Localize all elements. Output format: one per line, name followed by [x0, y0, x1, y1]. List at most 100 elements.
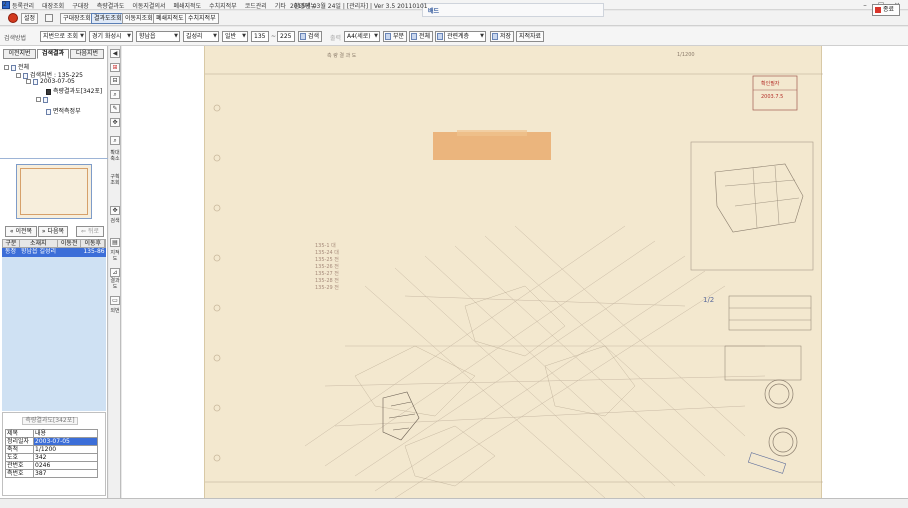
paper-size-select[interactable]: A4(세로) ▼: [344, 31, 380, 42]
old-ledger-button[interactable]: 구대장조회: [60, 13, 94, 24]
menu-item[interactable]: 폐쇄지적도: [173, 1, 201, 10]
sido-select[interactable]: 경기 화성시 ▼: [89, 31, 133, 42]
move-icon[interactable]: ✥: [110, 118, 120, 127]
column-header: 구분: [3, 240, 20, 247]
closed-map-button[interactable]: 폐쇄지적도: [153, 13, 187, 24]
status-bar: [0, 498, 908, 508]
tape-mark: [433, 132, 551, 160]
menu-item[interactable]: 이동지결의서: [132, 1, 165, 10]
search-icon[interactable]: ⌕: [110, 136, 120, 145]
legend-text: 135-26 전: [315, 264, 339, 270]
legend-text: 135-25 전: [315, 257, 339, 263]
legend-list: 135-1 대 135-24 대 135-25 전 135-26 전 135-2…: [315, 242, 339, 291]
layer-label: 배드: [428, 8, 440, 15]
bunji-from-input[interactable]: 135: [251, 31, 269, 42]
part-button[interactable]: 부분: [383, 31, 408, 42]
menu-item[interactable]: 기타: [275, 1, 286, 10]
tool-label[interactable]: 검색: [110, 218, 120, 224]
map-thumbnail[interactable]: [16, 164, 92, 219]
map-canvas[interactable]: 측 량 결 과 도 1/1200 확인필자 2003.7.5 1/2 135-1…: [122, 46, 908, 498]
exit-icon: [875, 7, 881, 13]
column-header: 이동후: [81, 240, 106, 247]
ri-select[interactable]: 길성리 ▼: [183, 31, 219, 42]
menu-item[interactable]: 코드관리: [245, 1, 267, 10]
status-text: 2015년 03월 24일 | [관리자] | Ver 3.5 20110101: [290, 3, 428, 10]
tool-label[interactable]: 구획조회: [110, 174, 120, 186]
result-map-button[interactable]: 결과도조회: [91, 13, 125, 24]
bunji-separator: ~: [271, 33, 277, 40]
tab-next-parcel[interactable]: 다음지번: [70, 49, 104, 59]
survey-drawing: [205, 73, 823, 498]
zoom-in-icon[interactable]: ⊞: [110, 63, 120, 72]
menu-item[interactable]: 구대장: [72, 1, 89, 10]
part-icon: [385, 33, 391, 40]
next-item-button[interactable]: » 다음목: [38, 226, 68, 237]
tab-search-result[interactable]: 검색결과: [37, 49, 69, 59]
minimize-icon[interactable]: –: [858, 1, 872, 9]
cadastral-data-button[interactable]: 지적자료: [516, 31, 545, 42]
magnifier-icon[interactable]: ⌕: [110, 90, 120, 99]
search-method-label: 검색방법: [4, 35, 27, 42]
legend-text: 135-29 전: [315, 285, 339, 291]
survey-map-document[interactable]: 측 량 결 과 도 1/1200 확인필자 2003.7.5 1/2 135-1…: [204, 46, 823, 498]
collapse-arrow-icon[interactable]: ◀: [110, 49, 120, 58]
tool-label[interactable]: 지적도: [110, 250, 120, 262]
search-method-select[interactable]: 지번으로 조회 ▼: [40, 31, 86, 42]
menu-item[interactable]: 수치지적부: [209, 1, 237, 10]
zoom-out-icon[interactable]: ⊟: [110, 76, 120, 85]
tree-area-book[interactable]: 면적측정부: [46, 106, 81, 115]
transfer-search-button[interactable]: 이동지조회: [122, 13, 156, 24]
all-icon: [411, 33, 417, 40]
tree-result-map[interactable]: 측량결과도[342포]: [46, 86, 102, 95]
settings-button[interactable]: 설정: [21, 13, 39, 24]
pan-icon[interactable]: ✥: [110, 206, 120, 215]
legend-text: 135-27 전: [315, 271, 339, 277]
result-list[interactable]: [2, 257, 106, 411]
parcel-grid: [304, 225, 766, 498]
all-button[interactable]: 전체: [409, 31, 434, 42]
left-panel: 이전지번 검색결과 다음지번 전체 검색지번 : 135-225 2003-07…: [0, 46, 108, 498]
ruler-icon[interactable]: ▤: [110, 238, 120, 247]
eupmyeon-select[interactable]: 향남읍 ▼: [136, 31, 180, 42]
map-scale-text: 1/1200: [677, 52, 695, 58]
layer-icon[interactable]: ▭: [110, 296, 120, 305]
back-button[interactable]: ⇐ 뒤로: [76, 226, 104, 237]
detail-frame: [690, 141, 814, 271]
print-label: 출력: [330, 35, 342, 42]
layer-select[interactable]: 관련계층 ▼: [444, 31, 486, 42]
menu-item[interactable]: 대장조회: [42, 1, 64, 10]
tool-label[interactable]: 결과도: [110, 278, 120, 290]
land-type-select[interactable]: 일반 ▼: [222, 31, 248, 42]
tree-folder[interactable]: [36, 96, 50, 103]
status-page-number: 2: [3, 1, 7, 8]
legend-text: 135-1 대: [315, 243, 336, 249]
seals: [764, 379, 798, 457]
attribute-title: 측량결과도[342포]: [22, 417, 78, 425]
layer-panel: [422, 3, 604, 17]
prev-item-button[interactable]: « 이전목: [5, 226, 37, 237]
tab-prev-parcel[interactable]: 이전지번: [3, 49, 36, 59]
menu-item[interactable]: 측량결과도: [97, 1, 125, 10]
tool-label[interactable]: 외번: [110, 308, 120, 314]
tool-strip: ◀ ⊞ ⊟ ⌕ ✎ ✥ ⌕ 확대축소 구획조회 ✥ 검색 ▤ 지적도 ⊿ 결과도…: [109, 46, 121, 498]
tool-label[interactable]: 확대축소: [110, 150, 120, 162]
bunji-to-input[interactable]: 225: [277, 31, 295, 42]
measure-icon[interactable]: ⊿: [110, 268, 120, 277]
table-row[interactable]: 동정 향남읍 길성리 135-86: [2, 248, 106, 257]
legend-text: 135-24 대: [315, 250, 339, 256]
exit-button[interactable]: 종료: [872, 4, 900, 16]
thumbnail-viewport[interactable]: [20, 168, 88, 215]
save-button[interactable]: 저장: [490, 31, 515, 42]
map-header-text: 측 량 결 과 도: [327, 53, 357, 59]
window-icon[interactable]: [45, 14, 53, 22]
result-tree: 전체 검색지번 : 135-225 2003-07-05 측량결과도[342포]…: [2, 60, 106, 158]
save-icon: [492, 33, 498, 40]
pen-icon[interactable]: ✎: [110, 104, 120, 113]
power-icon[interactable]: [8, 13, 18, 23]
numeric-cadastre-button[interactable]: 수치지적부: [185, 13, 219, 24]
handwritten-number: 1/2: [703, 296, 715, 304]
result-table-header: 구분 소재지 이동전 이동후: [2, 239, 106, 248]
search-button[interactable]: 검색: [298, 31, 323, 42]
menu-item[interactable]: 등록관리: [12, 1, 34, 10]
tree-date[interactable]: 2003-07-05: [26, 78, 75, 85]
